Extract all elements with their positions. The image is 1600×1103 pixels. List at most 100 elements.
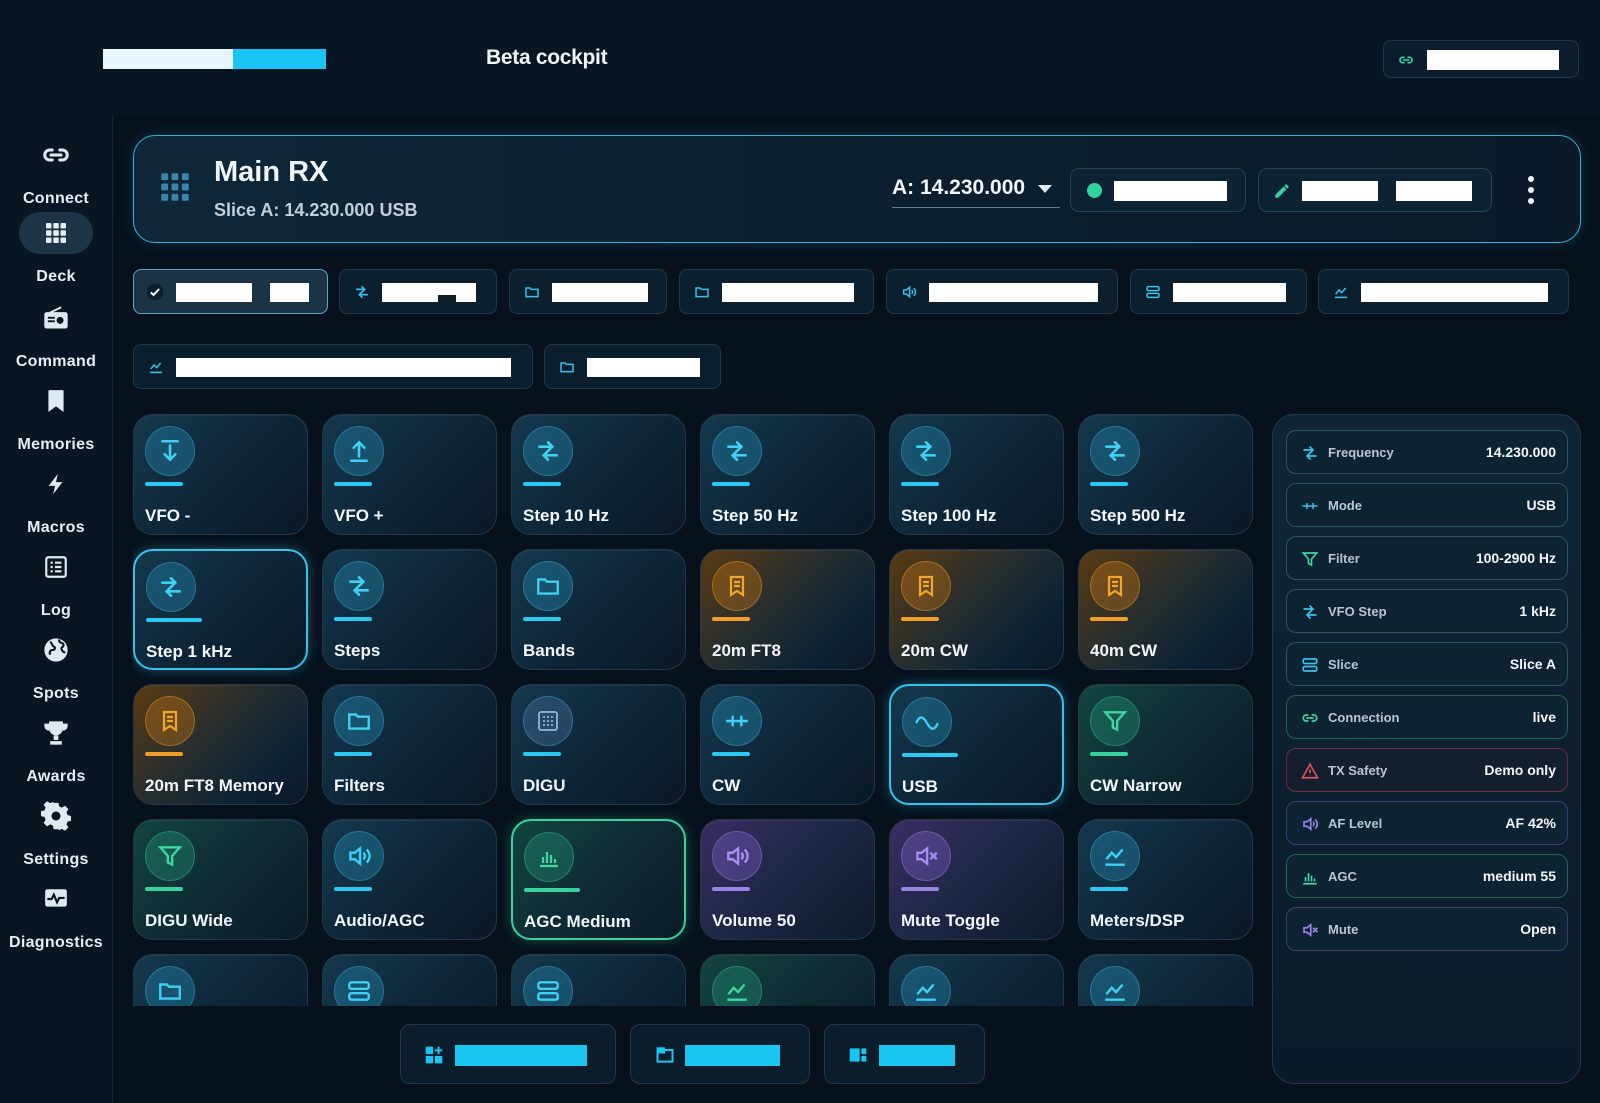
more-options-icon[interactable]: [1526, 176, 1536, 204]
tile-label: Step 1 kHz: [146, 642, 232, 661]
sidebar-item-memories[interactable]: Memories: [0, 380, 112, 460]
swap-icon: [349, 576, 369, 596]
tile-filters[interactable]: Filters: [322, 684, 497, 805]
server-icon: [1146, 285, 1160, 299]
tile-label: AGC Medium: [524, 912, 631, 931]
tile-bands[interactable]: Bands: [511, 549, 686, 670]
tile-row5-2[interactable]: [322, 954, 497, 1006]
monitor-icon: [45, 889, 67, 907]
tile-label: 40m CW: [1090, 641, 1158, 660]
swap-icon: [727, 441, 747, 461]
tile-mute-toggle[interactable]: Mute Toggle: [889, 819, 1064, 940]
tile-digu-wide[interactable]: DIGU Wide: [133, 819, 308, 940]
tile-vfo-minus[interactable]: VFO -: [133, 414, 308, 535]
tile-volume-50[interactable]: Volume 50: [700, 819, 875, 940]
chip-4[interactable]: [679, 269, 874, 314]
sidebar-item-connect[interactable]: Connect: [0, 134, 112, 214]
vfo-select[interactable]: A: 14.230.000: [892, 174, 1060, 208]
chip-6[interactable]: [1130, 269, 1307, 314]
tile-cw[interactable]: CW: [700, 684, 875, 805]
chip-7[interactable]: [1318, 269, 1569, 314]
chip-1[interactable]: [133, 269, 328, 314]
sidebar-item-deck[interactable]: Deck: [0, 212, 112, 292]
sidebar-item-label: Settings: [23, 851, 89, 868]
tile-audio-agc[interactable]: Audio/AGC: [322, 819, 497, 940]
tile-row5-5[interactable]: [889, 954, 1064, 1006]
add-tile-button[interactable]: [400, 1024, 616, 1084]
sidebar-item-command[interactable]: Command: [0, 297, 112, 377]
chip-2[interactable]: [339, 269, 497, 314]
tile-step-1khz[interactable]: Step 1 kHz: [133, 549, 308, 670]
tile-step-500hz[interactable]: Step 500 Hz: [1078, 414, 1253, 535]
tile-20m-ft8[interactable]: 20m FT8: [700, 549, 875, 670]
tile-step-50hz[interactable]: Step 50 Hz: [700, 414, 875, 535]
tile-step-10hz[interactable]: Step 10 Hz: [511, 414, 686, 535]
bookmark-icon: [918, 575, 934, 598]
tile-label: Audio/AGC: [334, 911, 425, 930]
layout-button[interactable]: [824, 1024, 985, 1084]
tile-label: Step 500 Hz: [1090, 506, 1186, 525]
sidebar-item-label: Macros: [27, 519, 85, 536]
status-row-af-level: AF Level AF 42%: [1286, 801, 1568, 845]
folder-icon: [348, 713, 370, 730]
sidebar-item-log[interactable]: Log: [0, 546, 112, 626]
tile-label: Step 100 Hz: [901, 506, 997, 525]
grid-icon: [46, 223, 66, 243]
status-value: 14.230.000: [1485, 444, 1556, 460]
chip-8[interactable]: [133, 344, 533, 389]
sidebar-item-label: Diagnostics: [9, 934, 103, 951]
status-row-slice: Slice Slice A: [1286, 642, 1568, 686]
sidebar-item-label: Deck: [36, 268, 76, 285]
bookmark-icon: [162, 710, 178, 733]
chip-3[interactable]: [509, 269, 667, 314]
edit-button[interactable]: [1258, 168, 1492, 212]
status-key: Connection: [1328, 710, 1400, 725]
status-button[interactable]: [1070, 168, 1246, 212]
tile-row5-4[interactable]: [700, 954, 875, 1006]
add-folder-button[interactable]: [630, 1024, 810, 1084]
chip-5[interactable]: [886, 269, 1118, 314]
tile-row5-3[interactable]: [511, 954, 686, 1006]
sidebar-item-settings[interactable]: Settings: [0, 795, 112, 875]
sidebar-item-label: Connect: [22, 190, 90, 207]
tile-steps[interactable]: Steps: [322, 549, 497, 670]
pencil-icon: [1275, 184, 1289, 198]
arrow-down-icon: [161, 439, 179, 462]
tile-digu[interactable]: DIGU: [511, 684, 686, 805]
bookmark-icon: [729, 575, 745, 598]
status-value: Demo only: [1484, 762, 1556, 778]
server-icon: [348, 981, 370, 1001]
tile-agc-medium[interactable]: AGC Medium: [511, 819, 686, 940]
status-key: Slice: [1328, 657, 1359, 672]
main-rx-panel: Main RX Slice A: 14.230.000 USB A: 14.23…: [133, 135, 1581, 243]
tile-row5-1[interactable]: [133, 954, 308, 1006]
tile-label: CW: [712, 776, 741, 795]
rx-title: Main RX: [214, 156, 329, 188]
tile-meters-dsp[interactable]: Meters/DSP: [1078, 819, 1253, 940]
status-key: Filter: [1328, 551, 1360, 566]
grid-plus-icon: [425, 1046, 443, 1064]
sidebar-item-macros[interactable]: Macros: [0, 463, 112, 543]
gear-icon: [41, 801, 71, 831]
sidebar-item-awards[interactable]: Awards: [0, 712, 112, 792]
tile-20m-cw[interactable]: 20m CW: [889, 549, 1064, 670]
status-key: Mute: [1328, 922, 1359, 937]
status-value: live: [1532, 709, 1556, 725]
tile-40m-cw[interactable]: 40m CW: [1078, 549, 1253, 670]
sidebar-item-spots[interactable]: Spots: [0, 629, 112, 709]
chip-9[interactable]: [544, 344, 721, 389]
status-value: Open: [1520, 921, 1556, 937]
tile-label: 20m FT8 Memory: [145, 776, 284, 795]
connection-button[interactable]: [1383, 40, 1579, 78]
tile-usb[interactable]: USB: [889, 684, 1064, 805]
tile-vfo-plus[interactable]: VFO +: [322, 414, 497, 535]
tile-row5-6[interactable]: [1078, 954, 1253, 1006]
sidebar-item-diagnostics[interactable]: Diagnostics: [0, 878, 112, 958]
list-icon: [45, 556, 67, 578]
status-key: TX Safety: [1328, 763, 1388, 778]
tile-step-100hz[interactable]: Step 100 Hz: [889, 414, 1064, 535]
tile-cw-narrow[interactable]: CW Narrow: [1078, 684, 1253, 805]
server-icon: [537, 981, 559, 1001]
sidebar-nav: Connect Deck Command Memories Macros Log…: [0, 115, 113, 1103]
tile-20m-ft8-memory[interactable]: 20m FT8 Memory: [133, 684, 308, 805]
